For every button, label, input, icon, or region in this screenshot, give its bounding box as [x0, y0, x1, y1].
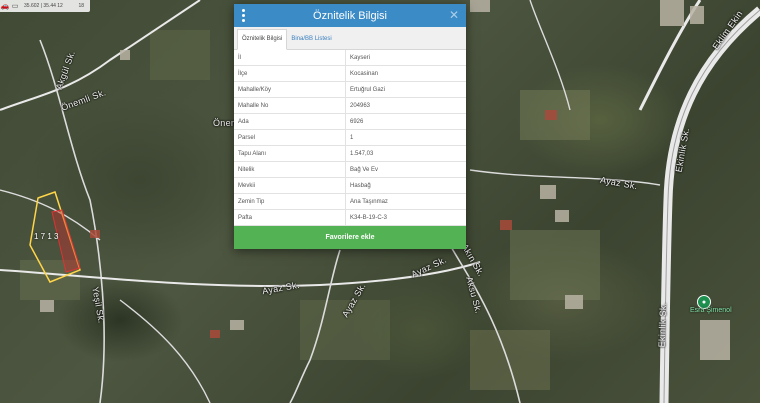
attr-key: İlçe	[234, 65, 346, 82]
attr-value: Hasbağ	[345, 177, 466, 194]
table-row: Parsel 1	[234, 129, 466, 146]
table-row: Mahalle No 204963	[234, 97, 466, 114]
street-label-ekinlik-3: Ekinlik Sk.	[656, 302, 669, 348]
tab-building-list[interactable]: Bina/BB Listesi	[287, 30, 335, 49]
dialog-tabs: Öznitelik Bilgisi Bina/BB Listesi	[234, 27, 466, 50]
table-row: Zemin Tip Ana Taşınmaz	[234, 193, 466, 210]
layers-icon[interactable]: ▭	[10, 2, 20, 10]
attr-key: Zemin Tip	[234, 193, 346, 210]
parcel-number-label: 1 7 1 3	[34, 232, 59, 241]
attr-key: İl	[234, 50, 346, 66]
attribute-table: İl Kayseri İlçe Kocasinan Mahalle/Köy Ertuğ…	[234, 50, 466, 226]
table-row: Pafta K34-B-19-C-3	[234, 209, 466, 226]
attr-value: 1	[345, 129, 466, 146]
table-row: Ada 6926	[234, 113, 466, 130]
attr-key: Pafta	[234, 209, 346, 226]
attr-value: Ertuğrul Gazi	[345, 81, 466, 98]
attr-value: 204963	[345, 97, 466, 114]
table-row: Nitelik Bağ Ve Ev	[234, 161, 466, 178]
attr-key: Mahalle No	[234, 97, 346, 114]
attr-value: K34-B-19-C-3	[345, 209, 466, 226]
attr-value: Bağ Ve Ev	[345, 161, 466, 178]
zoom-level: 18	[78, 3, 84, 9]
attr-value: Ana Taşınmaz	[345, 193, 466, 210]
attr-key: Ada	[234, 113, 346, 130]
tab-attribute-info[interactable]: Öznitelik Bilgisi	[237, 29, 288, 50]
table-row: İl Kayseri	[234, 50, 466, 66]
attr-key: Nitelik	[234, 161, 346, 178]
menu-icon[interactable]	[242, 9, 246, 22]
attr-key: Parsel	[234, 129, 346, 146]
attr-value: Kayseri	[345, 50, 466, 66]
attr-key: Mahalle/Köy	[234, 81, 346, 98]
table-row: İlçe Kocasinan	[234, 65, 466, 82]
poi-label: Esra Şimenol	[690, 307, 732, 314]
car-icon[interactable]: 🚗	[0, 2, 10, 10]
table-row: Mahalle/Köy Ertuğrul Gazi	[234, 81, 466, 98]
coordinate-readout: 35.602 | 35.44 12	[24, 3, 63, 9]
table-row: Mevkii Hasbağ	[234, 177, 466, 194]
dialog-title: Öznitelik Bilgisi	[313, 9, 387, 22]
close-icon[interactable]: ✕	[449, 8, 459, 22]
table-row: Tapu Alanı 1.547,03	[234, 145, 466, 162]
attr-value: 6926	[345, 113, 466, 130]
map-toolbar: 🚗 ▭ 35.602 | 35.44 12 18	[0, 0, 90, 12]
add-to-favorites-button[interactable]: Favorilere ekle	[234, 226, 466, 249]
attr-value: 1.547,03	[345, 145, 466, 162]
attr-value: Kocasinan	[345, 65, 466, 82]
attr-key: Mevkii	[234, 177, 346, 194]
attr-key: Tapu Alanı	[234, 145, 346, 162]
dialog-header: Öznitelik Bilgisi ✕	[234, 4, 466, 27]
attribute-dialog: Öznitelik Bilgisi ✕ Öznitelik Bilgisi Bi…	[234, 4, 466, 249]
